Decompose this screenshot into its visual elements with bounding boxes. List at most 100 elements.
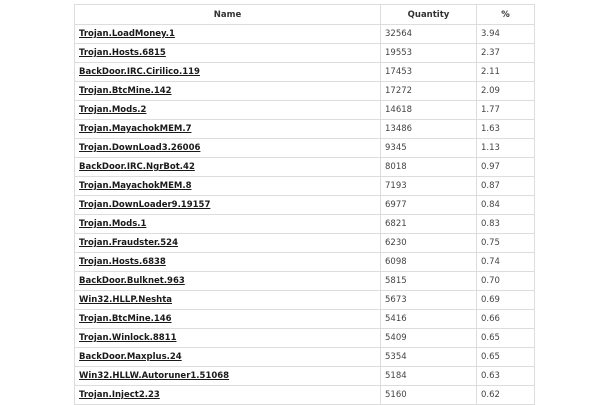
table-row: Trojan.MayachokMEM.7 13486 1.63 — [74, 119, 535, 139]
threat-name-link[interactable]: Trojan.Fraudster.524 — [79, 238, 178, 248]
quantity-cell: 19553 — [380, 43, 477, 63]
percent-cell: 0.74 — [476, 252, 535, 272]
percent-cell: 1.77 — [476, 100, 535, 120]
threat-name-link[interactable]: Trojan.Hosts.6815 — [79, 48, 166, 58]
name-cell: BackDoor.Maxplus.24 — [74, 347, 381, 367]
quantity-cell: 6821 — [380, 214, 477, 234]
quantity-cell: 6977 — [380, 195, 477, 215]
table-row: Trojan.Mods.2 14618 1.77 — [74, 100, 535, 120]
table-row: BackDoor.Bulknet.963 5815 0.70 — [74, 271, 535, 291]
quantity-cell: 5673 — [380, 290, 477, 310]
quantity-cell: 6098 — [380, 252, 477, 272]
name-cell: Trojan.Hosts.6815 — [74, 43, 381, 63]
table-row: Trojan.Hosts.6838 6098 0.74 — [74, 252, 535, 272]
name-cell: Trojan.Fraudster.524 — [74, 233, 381, 253]
name-cell: Trojan.BtcMine.142 — [74, 81, 381, 101]
percent-cell: 3.94 — [476, 24, 535, 44]
quantity-cell: 5354 — [380, 347, 477, 367]
threat-name-link[interactable]: Trojan.Hosts.6838 — [79, 257, 166, 267]
table-row: Trojan.Inject2.23 5160 0.62 — [74, 385, 535, 405]
percent-cell: 1.13 — [476, 138, 535, 158]
threat-name-link[interactable]: BackDoor.IRC.NgrBot.42 — [79, 162, 195, 172]
table-row: Win32.HLLW.Autoruner1.51068 5184 0.63 — [74, 366, 535, 386]
threat-name-link[interactable]: Trojan.DownLoader9.19157 — [79, 200, 210, 210]
percent-cell: 0.70 — [476, 271, 535, 291]
name-cell: Trojan.MayachokMEM.8 — [74, 176, 381, 196]
table-header-row: Name Quantity % — [74, 4, 535, 25]
table-row: Trojan.DownLoader9.19157 6977 0.84 — [74, 195, 535, 215]
threat-name-link[interactable]: Win32.HLLW.Autoruner1.51068 — [79, 371, 229, 381]
quantity-cell: 17272 — [380, 81, 477, 101]
percent-cell: 0.84 — [476, 195, 535, 215]
name-cell: Trojan.Inject2.23 — [74, 385, 381, 405]
threat-name-link[interactable]: Trojan.LoadMoney.1 — [79, 29, 175, 39]
name-cell: Trojan.MayachokMEM.7 — [74, 119, 381, 139]
percent-cell: 0.63 — [476, 366, 535, 386]
quantity-cell: 5815 — [380, 271, 477, 291]
quantity-cell: 17453 — [380, 62, 477, 82]
table-row: Win32.HLLP.Neshta 5673 0.69 — [74, 290, 535, 310]
threat-name-link[interactable]: BackDoor.IRC.Cirilico.119 — [79, 67, 200, 77]
column-header-name: Name — [74, 4, 381, 25]
name-cell: Trojan.Mods.1 — [74, 214, 381, 234]
threat-name-link[interactable]: Trojan.DownLoad3.26006 — [79, 143, 200, 153]
quantity-cell: 8018 — [380, 157, 477, 177]
name-cell: Trojan.Mods.2 — [74, 100, 381, 120]
percent-cell: 2.09 — [476, 81, 535, 101]
column-header-quantity: Quantity — [380, 4, 477, 25]
table-row: Trojan.Mods.1 6821 0.83 — [74, 214, 535, 234]
name-cell: Trojan.Winlock.8811 — [74, 328, 381, 348]
name-cell: BackDoor.IRC.NgrBot.42 — [74, 157, 381, 177]
threat-name-link[interactable]: BackDoor.Maxplus.24 — [79, 352, 182, 362]
name-cell: Trojan.Hosts.6838 — [74, 252, 381, 272]
name-cell: BackDoor.Bulknet.963 — [74, 271, 381, 291]
percent-cell: 0.66 — [476, 309, 535, 329]
threat-name-link[interactable]: Trojan.Mods.2 — [79, 105, 146, 115]
percent-cell: 2.11 — [476, 62, 535, 82]
name-cell: Trojan.LoadMoney.1 — [74, 24, 381, 44]
percent-cell: 0.62 — [476, 385, 535, 405]
table-row: Trojan.LoadMoney.1 32564 3.94 — [74, 24, 535, 44]
percent-cell: 0.87 — [476, 176, 535, 196]
threat-name-link[interactable]: Trojan.Inject2.23 — [79, 390, 160, 400]
table-row: BackDoor.Maxplus.24 5354 0.65 — [74, 347, 535, 367]
threat-name-link[interactable]: Trojan.Mods.1 — [79, 219, 146, 229]
quantity-cell: 5184 — [380, 366, 477, 386]
percent-cell: 0.69 — [476, 290, 535, 310]
name-cell: BackDoor.IRC.Cirilico.119 — [74, 62, 381, 82]
percent-cell: 0.75 — [476, 233, 535, 253]
column-header-percent: % — [476, 4, 535, 25]
quantity-cell: 7193 — [380, 176, 477, 196]
percent-cell: 2.37 — [476, 43, 535, 63]
threat-name-link[interactable]: Trojan.MayachokMEM.7 — [79, 124, 191, 134]
table-row: Trojan.Winlock.8811 5409 0.65 — [74, 328, 535, 348]
table-row: Trojan.DownLoad3.26006 9345 1.13 — [74, 138, 535, 158]
threat-name-link[interactable]: Trojan.BtcMine.142 — [79, 86, 172, 96]
quantity-cell: 32564 — [380, 24, 477, 44]
quantity-cell: 5160 — [380, 385, 477, 405]
table-row: Trojan.Fraudster.524 6230 0.75 — [74, 233, 535, 253]
threat-name-link[interactable]: Trojan.Winlock.8811 — [79, 333, 177, 343]
table-row: Trojan.Hosts.6815 19553 2.37 — [74, 43, 535, 63]
threat-name-link[interactable]: BackDoor.Bulknet.963 — [79, 276, 185, 286]
table-row: Trojan.BtcMine.142 17272 2.09 — [74, 81, 535, 101]
percent-cell: 1.63 — [476, 119, 535, 139]
percent-cell: 0.97 — [476, 157, 535, 177]
threat-name-link[interactable]: Trojan.MayachokMEM.8 — [79, 181, 191, 191]
name-cell: Trojan.DownLoad3.26006 — [74, 138, 381, 158]
threat-name-link[interactable]: Win32.HLLP.Neshta — [79, 295, 172, 305]
quantity-cell: 6230 — [380, 233, 477, 253]
quantity-cell: 5416 — [380, 309, 477, 329]
quantity-cell: 5409 — [380, 328, 477, 348]
table-row: Trojan.BtcMine.146 5416 0.66 — [74, 309, 535, 329]
percent-cell: 0.65 — [476, 328, 535, 348]
threat-table: Name Quantity % Trojan.LoadMoney.1 32564… — [74, 4, 535, 405]
percent-cell: 0.65 — [476, 347, 535, 367]
name-cell: Trojan.DownLoader9.19157 — [74, 195, 381, 215]
threat-name-link[interactable]: Trojan.BtcMine.146 — [79, 314, 172, 324]
threat-table-container: Name Quantity % Trojan.LoadMoney.1 32564… — [74, 4, 535, 405]
name-cell: Win32.HLLW.Autoruner1.51068 — [74, 366, 381, 386]
quantity-cell: 14618 — [380, 100, 477, 120]
quantity-cell: 13486 — [380, 119, 477, 139]
name-cell: Win32.HLLP.Neshta — [74, 290, 381, 310]
